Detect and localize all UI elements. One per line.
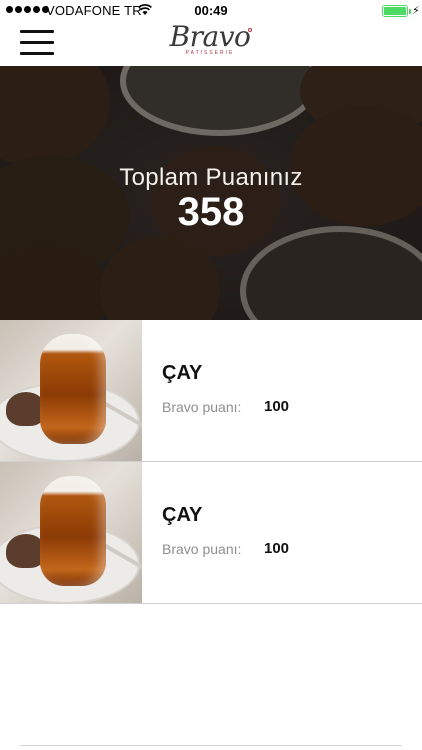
bottom-divider (20, 745, 402, 746)
item-points-value: 100 (264, 398, 290, 415)
reward-list: ÇAY Bravo puanı: 100 ÇAY Bravo puanı: 10… (0, 320, 422, 604)
status-time: 00:49 (194, 3, 228, 18)
nav-bar: Bravo PATISSERIE (0, 22, 422, 66)
tea-thumbnail (0, 320, 142, 461)
total-points-banner: Toplam Puanınız 358 (0, 66, 422, 320)
item-title: ÇAY (162, 362, 203, 384)
charging-bolt-icon: ⚡ (412, 5, 420, 17)
total-points-label: Toplam Puanınız (119, 164, 303, 191)
total-points-value: 358 (177, 190, 245, 234)
item-title: ÇAY (162, 504, 203, 526)
item-points-value: 100 (264, 540, 290, 557)
status-bar: VODAFONE TR 00:49 ⚡ (0, 0, 422, 22)
list-item[interactable]: ÇAY Bravo puanı: 100 (0, 462, 422, 604)
logo-wordmark: Bravo (169, 20, 251, 53)
tea-glass-shape (40, 476, 106, 586)
tea-glass-shape (40, 334, 106, 444)
item-points-label: Bravo puanı: (162, 399, 242, 415)
tea-thumbnail (0, 462, 142, 603)
item-points-label: Bravo puanı: (162, 541, 242, 557)
hamburger-menu-icon[interactable] (20, 28, 54, 56)
battery-icon (382, 5, 411, 17)
logo-registered-mark (248, 28, 252, 32)
bravo-logo: Bravo PATISSERIE (160, 22, 260, 66)
list-item[interactable]: ÇAY Bravo puanı: 100 (0, 320, 422, 462)
